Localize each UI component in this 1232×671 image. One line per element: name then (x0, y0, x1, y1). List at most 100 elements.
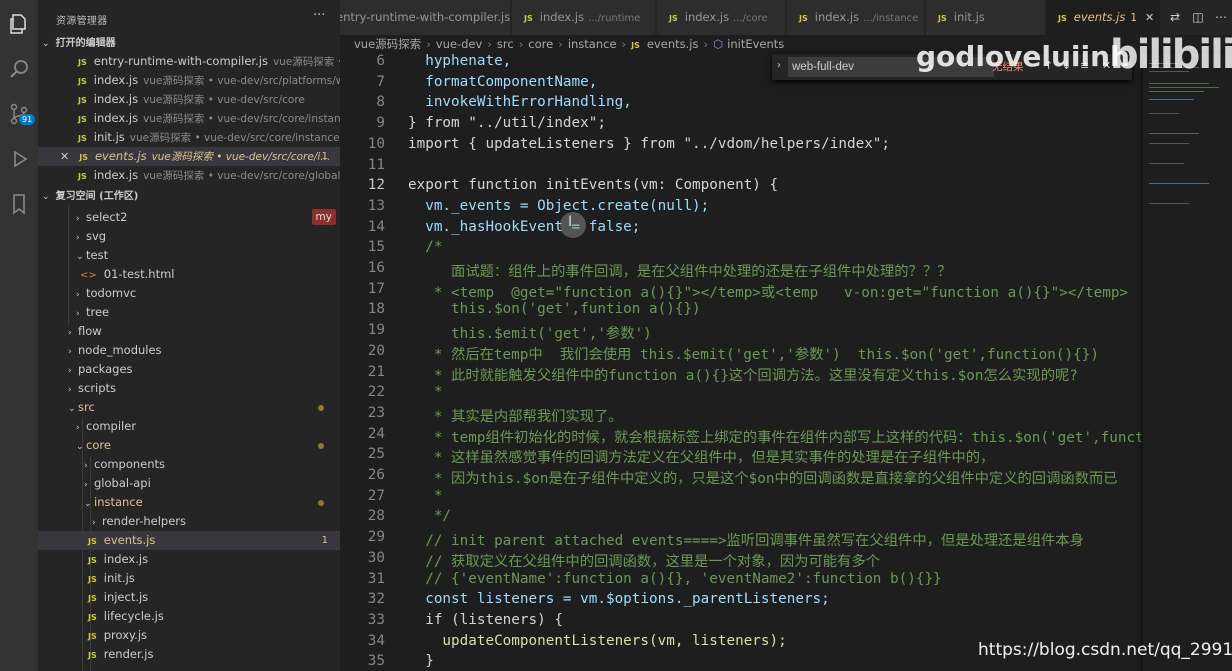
open-editors-header[interactable]: ⌄ 打开的编辑器 (38, 33, 340, 52)
js-file-icon: JS (524, 14, 533, 23)
tree-folder[interactable]: › tree (38, 303, 340, 322)
tree-folder[interactable]: ⌄ src (38, 398, 340, 417)
breadcrumb-item[interactable]: events.js (647, 37, 699, 51)
code-line: } (408, 653, 434, 670)
open-editor-item[interactable]: JS index.js vue源码探索 • vue-dev/src/platform… (38, 71, 340, 90)
tree-folder[interactable]: › components (38, 455, 340, 474)
tree-file[interactable]: JS lifecycle.js (38, 607, 340, 626)
open-editor-item[interactable]: JS entry-runtime-with-compiler.js vue源码探索 … (38, 52, 340, 71)
compare-changes-icon[interactable]: ⇄ (1168, 10, 1182, 24)
close-icon[interactable]: ✕ (60, 150, 69, 163)
chevron-down-icon: ⌄ (68, 404, 76, 414)
tree-file[interactable]: JS proxy.js (38, 626, 340, 645)
tree-folder[interactable]: › svg (38, 227, 340, 246)
breadcrumb-separator: › (518, 37, 524, 51)
tree-label: tree (86, 305, 110, 319)
tree-label: inject.js (103, 590, 149, 604)
tab-index-runtime[interactable]: JS index.js .../runtime (512, 0, 656, 35)
breadcrumb-item[interactable]: src (497, 37, 514, 51)
tree-folder[interactable]: ⌄ instance (38, 493, 340, 512)
line-number: 34 (367, 632, 385, 649)
search-icon[interactable] (5, 55, 33, 83)
tab-label: index.js (684, 10, 730, 24)
tree-label: select2 (86, 210, 128, 224)
bookmark-icon[interactable] (5, 190, 33, 218)
tree-file[interactable]: JS render.js (38, 645, 340, 664)
open-editor-desc: vue源码探索 • vue-dev/src/core/instance (143, 113, 340, 125)
tab-index-core[interactable]: JS index.js .../core (657, 0, 786, 35)
minimap[interactable] (1143, 53, 1232, 671)
split-editor-icon[interactable]: ◫ (1191, 10, 1205, 24)
run-debug-icon[interactable] (5, 145, 33, 173)
tree-folder[interactable]: ⌄ core (38, 436, 340, 455)
open-editor-item[interactable]: JS index.js vue源码探索 • vue-dev/src/core (38, 90, 340, 109)
breadcrumb-item[interactable]: vue-dev (436, 37, 483, 51)
source-control-icon[interactable]: 91 (5, 100, 36, 128)
tab-label: index.js (814, 10, 860, 24)
tree-file[interactable]: JS inject.js (38, 588, 340, 607)
tree-folder[interactable]: › flow (38, 322, 340, 341)
open-editor-name: init.js (93, 130, 125, 144)
js-file-icon: JS (669, 14, 678, 23)
tree-folder[interactable]: ⌄ test (38, 246, 340, 265)
breadcrumb-separator: › (558, 37, 563, 51)
minimap-line (1149, 133, 1199, 134)
chevron-right-icon[interactable]: › (777, 60, 781, 71)
breadcrumb-item[interactable]: vue源码探索 (354, 37, 421, 51)
workspace-header[interactable]: ⌄ 复习空间 (工作区) (38, 186, 340, 205)
explorer-icon[interactable] (5, 10, 33, 38)
explorer-sidebar: 资源管理器 ··· ⌄ 打开的编辑器 JS entry-runtime-with-… (38, 0, 340, 671)
tree-folder[interactable]: › select2 my (38, 208, 340, 227)
tree-file[interactable]: JS init.js (38, 569, 340, 588)
activity-bar: 91 (0, 0, 38, 671)
open-editor-item-active[interactable]: ✕ JS events.js vue源码探索 • vue-dev/src/core/i… (38, 147, 340, 166)
tree-file[interactable]: JS index.js (38, 550, 340, 569)
code-line: invokeWithErrorHandling, (408, 94, 632, 111)
line-number: 27 (367, 487, 385, 504)
tab-init[interactable]: JS init.js (926, 0, 1045, 35)
more-actions-icon[interactable]: ··· (313, 8, 325, 23)
code-line: updateComponentListeners(vm, listeners); (408, 632, 787, 649)
open-editor-item[interactable]: JS index.js vue源码探索 • vue-dev/src/core/glo… (38, 166, 340, 185)
breadcrumb-item[interactable]: instance (568, 37, 617, 51)
line-number: 35 (367, 653, 385, 670)
breadcrumb-item[interactable]: core (528, 37, 553, 51)
chevron-right-icon: › (76, 233, 80, 243)
code-comment: // 获取定义在父组件中的回调函数，这里是一个对象，因为可能有多个 (408, 553, 880, 570)
code-comment: this.$emit('get','参数') (408, 326, 652, 343)
tree-label: todomvc (86, 286, 137, 300)
more-actions-icon[interactable]: ⋯ (1214, 10, 1228, 24)
open-editor-name: entry-runtime-with-compiler.js (93, 54, 268, 68)
js-file-icon: JS (79, 153, 88, 162)
code-line-current: export function initEvents(vm: Component… (408, 177, 779, 194)
tree-label: events.js (103, 533, 156, 547)
open-editor-item[interactable]: JS index.js vue源码探索 • vue-dev/src/core/ins… (38, 109, 340, 128)
breadcrumb-item[interactable]: initEvents (727, 37, 784, 51)
tree-file[interactable]: <> 01-test.html (38, 265, 340, 284)
tree-label: svg (86, 229, 107, 243)
breadcrumb-separator: › (703, 37, 709, 51)
tree-folder[interactable]: › node_modules (38, 341, 340, 360)
tree-folder[interactable]: › packages (38, 360, 340, 379)
tree-folder[interactable]: › global-api (38, 474, 340, 493)
code-editor[interactable]: 6 7 8 9 10 11 12 13 14 15 16 17 18 19 20… (340, 53, 1143, 671)
tab-entry-runtime[interactable]: entry-runtime-with-compiler.js (340, 0, 511, 35)
open-editor-item[interactable]: JS init.js vue源码探索 • vue-dev/src/core/inst… (38, 128, 340, 147)
tree-label: flow (78, 324, 102, 338)
problem-count: 1 (321, 151, 328, 162)
tree-label: instance (94, 495, 143, 509)
source-url-watermark: https://blog.csdn.net/qq_29918313 (978, 640, 1232, 660)
tab-index-instance[interactable]: JS index.js .../instance (787, 0, 925, 35)
code-comment: * <temp @get="function a(){}"></temp>或<t… (408, 284, 1129, 301)
open-editor-desc: vue源码探索 • vue-dev/src/platforms/we... (143, 75, 340, 87)
tree-folder[interactable]: › render-helpers (38, 512, 340, 531)
tab-events-active[interactable]: JS events.js 1 ✕ (1046, 0, 1161, 35)
code-comment: * (408, 487, 443, 504)
tree-file-active[interactable]: JS events.js 1 (38, 531, 340, 550)
open-editor-desc: vue源码探索 • ... (272, 56, 340, 68)
close-icon[interactable]: ✕ (1145, 11, 1154, 24)
tree-folder[interactable]: › compiler (38, 417, 340, 436)
line-number: 22 (367, 384, 385, 401)
tree-folder[interactable]: › todomvc (38, 284, 340, 303)
tree-folder[interactable]: › scripts (38, 379, 340, 398)
